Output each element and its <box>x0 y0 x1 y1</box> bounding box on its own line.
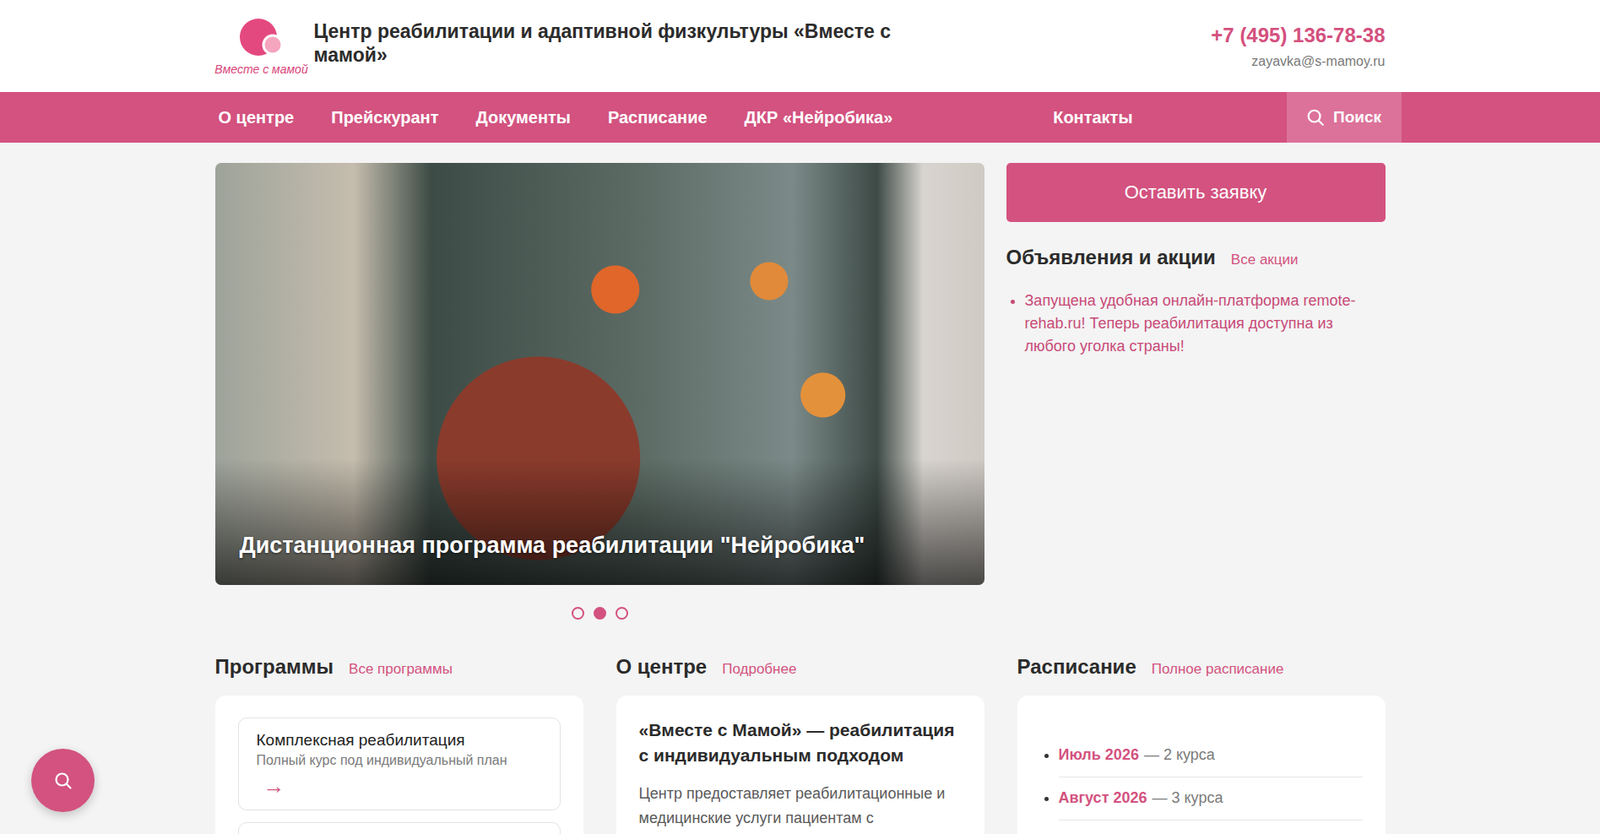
schedule-count: — 3 курса <box>1152 789 1224 807</box>
programs-title: Программы <box>215 655 335 679</box>
bottom-row: Программы Все программы Комплексная реабил… <box>215 655 1386 834</box>
about-head: О центре Подробнее <box>616 655 985 679</box>
page: Вместе с мамой Центр реабилитации и адапт… <box>0 0 1600 834</box>
schedule-month-link[interactable]: Июль 2026 <box>1058 746 1139 764</box>
logo-icon <box>235 16 288 61</box>
header: Вместе с мамой Центр реабилитации и адапт… <box>0 0 1600 93</box>
about-more-link[interactable]: Подробнее <box>721 661 797 678</box>
programs-head: Программы Все программы <box>215 655 584 679</box>
slide-caption: Дистанционная программа реабилитации "Не… <box>239 531 968 560</box>
search-label: Поиск <box>1333 108 1382 127</box>
programs-column: Программы Все программы Комплексная реабил… <box>215 655 584 834</box>
request-button[interactable]: Оставить заявку <box>1006 162 1386 223</box>
main-nav: О центреПрейскурантДокументыРасписаниеДК… <box>0 92 1600 143</box>
program-description: Полный курс под индивидуальный план <box>256 753 543 769</box>
schedule-month-link[interactable]: Август 2026 <box>1058 789 1148 807</box>
schedule-count: — 2 курса <box>1144 746 1215 764</box>
programs-card: Комплексная реабилитация Полный курс под … <box>215 695 584 834</box>
main: Дистанционная программа реабилитации "Не… <box>215 142 1386 834</box>
search-icon <box>53 770 74 792</box>
about-column: О центре Подробнее «Вместе с Мамой» — реаб… <box>616 655 985 834</box>
schedule-head: Расписание Полное расписание <box>1017 655 1386 679</box>
about-text: Центр предоставляет реабилитационные и м… <box>639 781 962 831</box>
slider: Дистанционная программа реабилитации "Не… <box>215 162 985 620</box>
schedule-item: Август 2026— 3 курса <box>1058 777 1363 821</box>
about-heading: «Вместе с Мамой» — реабилитация с индиви… <box>639 717 962 769</box>
schedule-item: Июль 2026 — 2 курса <box>1058 734 1363 778</box>
slider-dots <box>215 607 985 620</box>
slider-dot[interactable] <box>593 607 607 620</box>
nav-item[interactable]: ДКР «Нейробика» <box>726 92 912 143</box>
full-schedule-link[interactable]: Полное расписание <box>1151 661 1285 678</box>
announcements-list: Запущена удобная онлайн-платформа remote… <box>1006 289 1386 358</box>
all-promos-link[interactable]: Все акции <box>1231 251 1299 269</box>
logo-text: Вместе с мамой <box>214 62 308 76</box>
program-card[interactable] <box>238 822 561 834</box>
search-button[interactable]: Поиск <box>1286 92 1402 143</box>
schedule-card: Июль 2026 — 2 курса Август 2026— 3 курса <box>1017 695 1386 834</box>
schedule-list: Июль 2026 — 2 курса Август 2026— 3 курса <box>1040 734 1363 821</box>
about-card: «Вместе с Мамой» — реабилитация с индиви… <box>616 695 985 834</box>
sidebar: Оставить заявку Объявления и акции Все акц… <box>1006 162 1386 620</box>
email-link[interactable]: zayavka@s-mamoy.ru <box>1251 54 1385 70</box>
phone-link[interactable]: +7 (495) 136-78-38 <box>1210 23 1385 48</box>
header-contacts: +7 (495) 136-78-38 zayavka@s-mamoy.ru <box>1210 23 1385 70</box>
schedule-column: Расписание Полное расписание Июль 2026 — 2 … <box>1017 655 1386 834</box>
nav-item[interactable]: Расписание <box>589 92 727 143</box>
slide-shade <box>215 162 985 586</box>
nav-item[interactable]: Контакты <box>1034 92 1151 143</box>
nav-item[interactable]: Документы <box>456 92 589 143</box>
schedule-title: Расписание <box>1017 655 1137 679</box>
slide[interactable]: Дистанционная программа реабилитации "Не… <box>215 162 985 586</box>
nav-item[interactable]: О центре <box>215 92 314 143</box>
search-icon <box>1306 108 1325 127</box>
all-programs-link[interactable]: Все программы <box>348 661 453 678</box>
about-title: О центре <box>616 655 708 679</box>
site-title: Центр реабилитации и адаптивной физкульт… <box>314 19 923 67</box>
slider-dot[interactable] <box>615 607 629 620</box>
nav-item[interactable]: Прейскурант <box>312 92 457 143</box>
floating-search-button[interactable] <box>31 748 95 813</box>
program-name: Комплексная реабилитация <box>256 731 543 750</box>
announcement-item[interactable]: Запущена удобная онлайн-платформа remote… <box>1025 289 1386 358</box>
slider-dot[interactable] <box>571 607 585 620</box>
arrow-icon: → <box>263 773 543 800</box>
announcements-title: Объявления и акции <box>1006 245 1216 270</box>
program-card[interactable]: Комплексная реабилитация Полный курс под … <box>238 717 561 811</box>
top-row: Дистанционная программа реабилитации "Не… <box>215 162 1386 620</box>
announcements-head: Объявления и акции Все акции <box>1006 245 1386 270</box>
logo[interactable]: Вместе с мамой <box>215 16 309 76</box>
